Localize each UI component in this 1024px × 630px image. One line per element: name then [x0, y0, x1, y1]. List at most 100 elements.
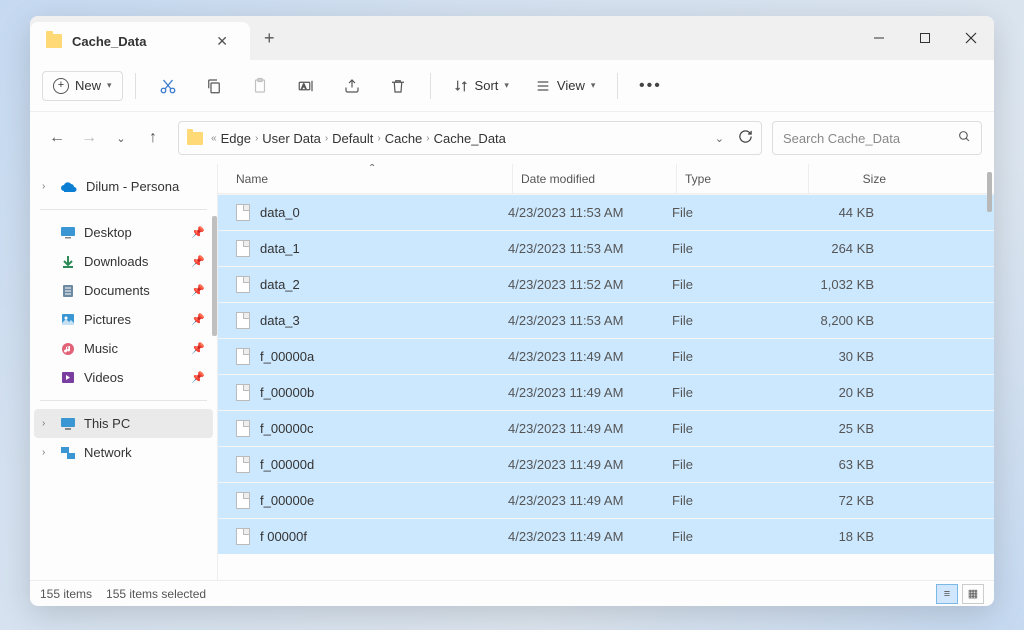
- file-size: 8,200 KB: [796, 313, 882, 328]
- file-row[interactable]: f_00000a4/23/2023 11:49 AMFile30 KB: [218, 338, 994, 374]
- view-icon: [535, 78, 551, 94]
- sidebar-item-music[interactable]: Music📌: [34, 334, 213, 363]
- breadcrumb[interactable]: « Edge › User Data › Default › Cache › C…: [178, 121, 762, 155]
- crumb[interactable]: Edge: [221, 131, 251, 146]
- file-size: 264 KB: [796, 241, 882, 256]
- item-count: 155 items: [40, 587, 92, 601]
- videos-icon: [60, 370, 76, 385]
- thumbnails-view-button[interactable]: ▦: [962, 584, 984, 604]
- crumb[interactable]: User Data: [262, 131, 321, 146]
- cut-button[interactable]: [148, 68, 188, 104]
- active-tab[interactable]: Cache_Data ✕: [30, 22, 250, 60]
- chevron-icon: ›: [325, 133, 328, 144]
- folder-icon: [187, 132, 203, 145]
- network-icon: [60, 446, 76, 460]
- crumb[interactable]: Default: [332, 131, 373, 146]
- close-tab-icon[interactable]: ✕: [210, 29, 234, 54]
- file-icon: [236, 348, 250, 365]
- share-button[interactable]: [332, 68, 372, 104]
- file-name: f 00000f: [260, 529, 307, 544]
- sidebar-item-desktop[interactable]: Desktop📌: [34, 218, 213, 247]
- file-icon: [236, 384, 250, 401]
- column-date[interactable]: Date modified: [512, 164, 676, 193]
- file-date: 4/23/2023 11:53 AM: [500, 313, 664, 328]
- file-size: 1,032 KB: [796, 277, 882, 292]
- file-icon: [236, 312, 250, 329]
- sidebar-item-label: Documents: [84, 283, 150, 298]
- file-type: File: [664, 421, 796, 436]
- back-button[interactable]: ←: [42, 123, 72, 153]
- crumb[interactable]: Cache: [385, 131, 423, 146]
- new-button[interactable]: + New ▾: [42, 71, 123, 101]
- more-button[interactable]: •••: [630, 68, 670, 104]
- file-row[interactable]: data_14/23/2023 11:53 AMFile264 KB: [218, 230, 994, 266]
- delete-button[interactable]: [378, 68, 418, 104]
- file-date: 4/23/2023 11:49 AM: [500, 457, 664, 472]
- file-row[interactable]: f 00000f4/23/2023 11:49 AMFile18 KB: [218, 518, 994, 554]
- sidebar-item-onedrive[interactable]: › Dilum - Persona: [34, 172, 213, 201]
- sidebar-item-documents[interactable]: Documents📌: [34, 276, 213, 305]
- file-row[interactable]: f_00000b4/23/2023 11:49 AMFile20 KB: [218, 374, 994, 410]
- new-tab-button[interactable]: +: [250, 16, 289, 60]
- file-row[interactable]: data_34/23/2023 11:53 AMFile8,200 KB: [218, 302, 994, 338]
- maximize-button[interactable]: [902, 16, 948, 60]
- content-area: › Dilum - Persona Desktop📌Downloads📌Docu…: [30, 164, 994, 580]
- recent-button[interactable]: ⌄: [106, 123, 136, 153]
- file-icon: [236, 456, 250, 473]
- file-row[interactable]: f_00000c4/23/2023 11:49 AMFile25 KB: [218, 410, 994, 446]
- file-name: f_00000c: [260, 421, 314, 436]
- window-controls: [856, 16, 994, 60]
- scrollbar[interactable]: [212, 216, 217, 336]
- pin-icon: 📌: [191, 255, 205, 268]
- file-icon: [236, 420, 250, 437]
- file-date: 4/23/2023 11:49 AM: [500, 421, 664, 436]
- search-input[interactable]: Search Cache_Data: [772, 121, 982, 155]
- sort-button[interactable]: Sort ▾: [443, 72, 519, 100]
- view-label: View: [557, 78, 585, 93]
- column-size[interactable]: Size: [808, 164, 894, 193]
- sidebar-item-pictures[interactable]: Pictures📌: [34, 305, 213, 334]
- file-name: data_0: [260, 205, 300, 220]
- file-name: f_00000a: [260, 349, 314, 364]
- copy-button[interactable]: [194, 68, 234, 104]
- refresh-button[interactable]: [738, 129, 753, 147]
- forward-button[interactable]: →: [74, 123, 104, 153]
- file-row[interactable]: data_24/23/2023 11:52 AMFile1,032 KB: [218, 266, 994, 302]
- navigation-pane: › Dilum - Persona Desktop📌Downloads📌Docu…: [30, 164, 218, 580]
- file-type: File: [664, 385, 796, 400]
- file-name: f_00000e: [260, 493, 314, 508]
- address-dropdown-icon[interactable]: ⌄: [715, 132, 724, 145]
- sidebar-item-label: Pictures: [84, 312, 131, 327]
- file-row[interactable]: data_04/23/2023 11:53 AMFile44 KB: [218, 194, 994, 230]
- crumb[interactable]: Cache_Data: [434, 131, 506, 146]
- rename-button[interactable]: A: [286, 68, 326, 104]
- file-row[interactable]: f_00000e4/23/2023 11:49 AMFile72 KB: [218, 482, 994, 518]
- file-date: 4/23/2023 11:53 AM: [500, 241, 664, 256]
- file-icon: [236, 492, 250, 509]
- up-button[interactable]: ↑: [138, 123, 168, 153]
- music-icon: [60, 341, 76, 356]
- chevron-icon: ›: [255, 133, 258, 144]
- file-row[interactable]: f_00000d4/23/2023 11:49 AMFile63 KB: [218, 446, 994, 482]
- view-button[interactable]: View ▾: [525, 72, 605, 100]
- sidebar-item-network[interactable]: › Network: [34, 438, 213, 467]
- search-icon: [958, 130, 971, 146]
- file-type: File: [664, 277, 796, 292]
- scrollbar[interactable]: [987, 172, 992, 212]
- minimize-button[interactable]: [856, 16, 902, 60]
- column-type[interactable]: Type: [676, 164, 808, 193]
- command-bar: + New ▾ A Sort ▾ View ▾ •••: [30, 60, 994, 112]
- sidebar-item-videos[interactable]: Videos📌: [34, 363, 213, 392]
- paste-button[interactable]: [240, 68, 280, 104]
- file-size: 44 KB: [796, 205, 882, 220]
- sidebar-item-downloads[interactable]: Downloads📌: [34, 247, 213, 276]
- details-view-button[interactable]: ≡: [936, 584, 958, 604]
- cloud-icon: [60, 181, 78, 193]
- close-button[interactable]: [948, 16, 994, 60]
- sidebar-item-this-pc[interactable]: › This PC: [34, 409, 213, 438]
- file-size: 18 KB: [796, 529, 882, 544]
- file-size: 72 KB: [796, 493, 882, 508]
- file-size: 30 KB: [796, 349, 882, 364]
- selection-count: 155 items selected: [106, 587, 206, 601]
- sidebar-item-label: Desktop: [84, 225, 132, 240]
